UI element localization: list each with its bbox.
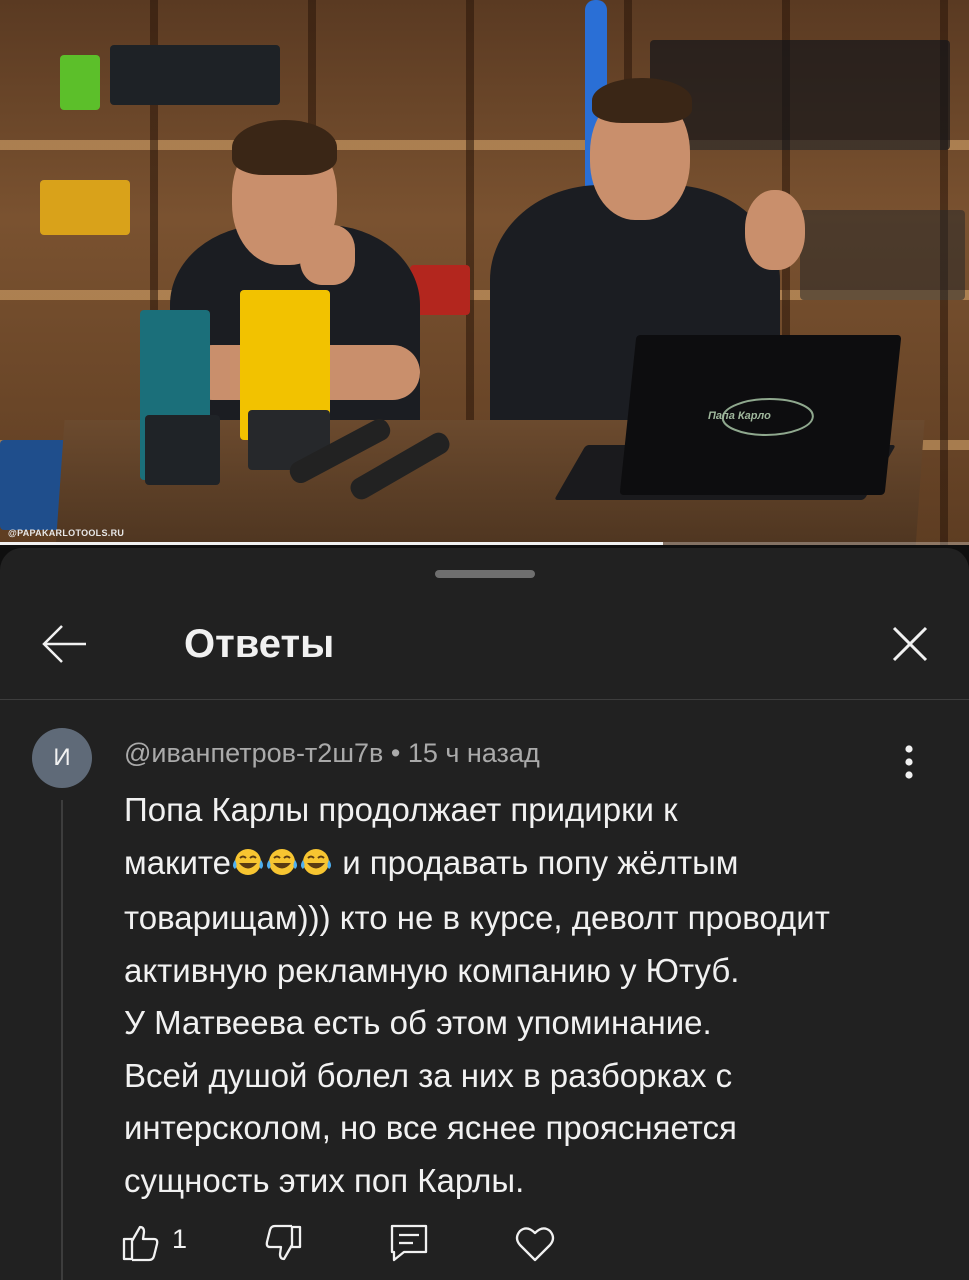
header-divider xyxy=(0,699,969,700)
comment-line: товарищам))) кто не в курсе, деволт пров… xyxy=(124,899,830,936)
avatar[interactable]: И xyxy=(32,728,92,788)
thumbs-down-icon xyxy=(265,1224,302,1261)
heart-icon xyxy=(515,1227,555,1262)
meta-separator: • xyxy=(390,738,401,768)
tool-hand-tools xyxy=(800,210,965,300)
comment-line: интерсколом, но все яснее проясняется xyxy=(124,1109,737,1146)
laughing-crying-emoji-icon xyxy=(231,840,265,893)
comment-line: сущность этих поп Карлы. xyxy=(124,1161,525,1199)
close-button[interactable] xyxy=(882,616,938,672)
comment-icon xyxy=(390,1224,428,1262)
comment-text: Попа Карлы продолжает придирки к маките … xyxy=(124,784,924,1207)
comment-line: У Матвеева есть об этом упоминание. xyxy=(124,1004,712,1041)
arrow-left-icon xyxy=(42,625,86,663)
laptop-logo-text: Папа Карло xyxy=(708,410,771,422)
tool-dark-chargers xyxy=(110,45,280,105)
comment-line: активную рекламную компанию у Ютуб. xyxy=(124,951,740,989)
replies-panel: Ответы И @иванпетров-т2ш7в • 15 ч назад … xyxy=(0,548,969,1280)
more-vert-icon xyxy=(905,745,913,779)
comment-line-prefix: маките xyxy=(124,843,232,881)
video-progress-fill xyxy=(0,542,663,545)
panel-title: Ответы xyxy=(184,622,335,666)
back-button[interactable] xyxy=(36,616,92,672)
drag-handle[interactable] xyxy=(435,570,535,578)
tool-box-yellow xyxy=(40,180,130,235)
tool-wall-drills xyxy=(650,40,950,150)
comment-meta: @иванпетров-т2ш7в • 15 ч назад xyxy=(124,738,540,769)
tool-green-battery xyxy=(60,55,100,110)
like-button[interactable] xyxy=(118,1220,168,1270)
reply-button[interactable] xyxy=(386,1220,436,1270)
dislike-button[interactable] xyxy=(262,1222,312,1272)
video-player[interactable]: Папа Карло @PAPAKARLOTOOLS.RU xyxy=(0,0,969,545)
comment-line: маките и продавать попу жёлтым xyxy=(124,837,924,893)
heart-button[interactable] xyxy=(512,1220,562,1270)
comment-time[interactable]: 15 ч назад xyxy=(408,738,540,768)
comment-line-rest: и продавать попу жёлтым xyxy=(342,843,739,881)
comment-author[interactable]: @иванпетров-т2ш7в xyxy=(124,738,383,768)
close-icon xyxy=(892,626,928,662)
drill-makita-battery xyxy=(145,415,220,485)
video-watermark: @PAPAKARLOTOOLS.RU xyxy=(8,528,125,538)
video-progress-track[interactable] xyxy=(0,542,969,545)
thread-line xyxy=(61,800,63,1280)
thumbs-up-icon xyxy=(122,1225,159,1262)
like-count: 1 xyxy=(172,1224,188,1254)
laughing-crying-emoji-icon xyxy=(299,840,333,893)
more-options-button[interactable] xyxy=(888,738,930,788)
comment-line: Попа Карлы продолжает придирки к xyxy=(124,791,678,828)
comment-line: Всей душой болел за них в разборках с xyxy=(124,1056,733,1094)
laughing-crying-emoji-icon xyxy=(265,840,299,893)
